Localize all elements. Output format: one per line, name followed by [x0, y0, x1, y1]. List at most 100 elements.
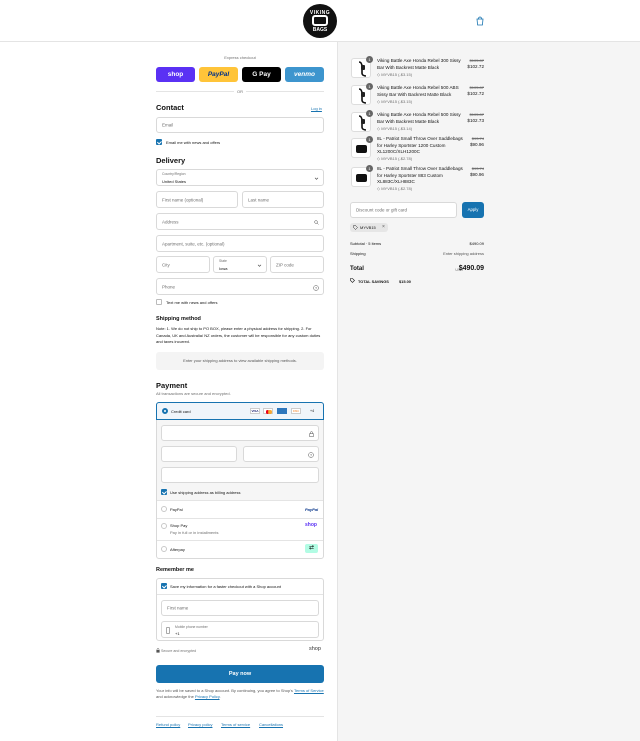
discount-code-field[interactable]: Discount code or gift card — [350, 202, 457, 218]
zip-field[interactable]: ZIP code — [270, 256, 324, 273]
remove-discount-icon[interactable]: × — [382, 224, 385, 230]
mobile-label: Mobile phone number — [175, 624, 208, 629]
country-label: Country/Region — [162, 172, 186, 176]
divider — [157, 500, 323, 501]
city-placeholder: City — [162, 262, 170, 267]
subtotal-label: Subtotal · 5 items — [350, 241, 382, 246]
help-icon[interactable]: ? — [308, 452, 314, 458]
item-original-price: $93.74 — [471, 166, 484, 171]
mobile-phone-field[interactable]: Mobile phone number +1 — [161, 621, 319, 638]
paypal-logo: PayPal — [305, 506, 319, 512]
savings-tag-icon — [350, 278, 355, 283]
saddlebag-image — [356, 174, 367, 182]
discount-tag-code: MYVB15 — [360, 225, 376, 231]
first-name-field[interactable]: First name (optional) — [156, 191, 238, 208]
mastercard-icon — [263, 408, 273, 414]
privacy-policy-link[interactable]: Privacy Policy — [195, 694, 220, 699]
cancellations-link[interactable]: Cancellations — [259, 722, 283, 727]
contact-heading: Contact — [156, 103, 184, 112]
phone-field[interactable]: Phone ? — [156, 278, 324, 295]
shipping-method-heading: Shipping method — [156, 316, 201, 322]
email-field[interactable]: Email — [156, 117, 324, 133]
phone-placeholder: Phone — [162, 284, 176, 289]
item-price: $102.72 — [467, 64, 484, 69]
country-value: United States — [162, 178, 187, 184]
item-name: 8L - Patriot Small Throw Over Saddlebags… — [377, 166, 463, 184]
shipping-value: Enter shipping address — [443, 251, 484, 256]
expiration-date-field[interactable] — [161, 446, 237, 462]
email-news-checkbox[interactable] — [156, 139, 162, 145]
express-checkout-title: Express checkout — [224, 55, 256, 60]
shop-logo: shop — [309, 646, 321, 652]
apply-discount-button[interactable]: Apply — [462, 202, 484, 218]
logo-emblem — [312, 15, 328, 26]
terms-of-service-link[interactable]: Terms of Service — [294, 688, 324, 693]
billing-same-checkbox[interactable] — [161, 489, 167, 495]
product-thumbnail: 1 — [351, 110, 373, 132]
item-original-price: $93.74 — [471, 136, 484, 141]
item-discount-text: MYVB15 (-$3.15) — [381, 98, 413, 104]
item-price: $90.96 — [469, 142, 484, 147]
state-value: Iowa — [219, 265, 228, 271]
paypal-button[interactable]: PayPal — [199, 67, 238, 82]
credit-card-option[interactable]: Credit card VISA DISC +4 — [156, 402, 324, 420]
shop-pay-button[interactable]: shop — [156, 67, 195, 82]
lock-icon — [156, 648, 160, 653]
pay-now-button[interactable]: Pay now — [156, 665, 324, 683]
store-logo[interactable]: VIKING BAGS — [303, 4, 337, 38]
total-value: $490.09 — [458, 265, 484, 272]
state-select[interactable]: State Iowa — [213, 256, 267, 273]
divider — [157, 540, 323, 541]
shopping-bag-icon[interactable] — [475, 16, 485, 26]
paypal-radio[interactable] — [161, 506, 167, 512]
product-thumbnail: 1 — [351, 165, 373, 187]
city-field[interactable]: City — [156, 256, 210, 273]
terms-of-service-footer-link[interactable]: Terms of service — [221, 722, 250, 727]
login-link[interactable]: Log in — [311, 106, 322, 111]
address-field[interactable]: Address — [156, 213, 324, 230]
text-news-checkbox[interactable] — [156, 299, 162, 305]
apartment-field[interactable]: Apartment, suite, etc. (optional) — [156, 235, 324, 252]
apartment-placeholder: Apartment, suite, etc. (optional) — [162, 241, 225, 246]
address-placeholder: Address — [162, 219, 179, 224]
legal-text: Your info will be saved to a Shop accoun… — [156, 688, 324, 699]
security-code-field[interactable]: ? — [243, 446, 319, 462]
mobile-value: +1 — [175, 630, 180, 636]
divider-left — [156, 91, 234, 92]
remember-first-name-field[interactable]: First name — [161, 600, 319, 616]
legal-and: and acknowledge the — [156, 694, 194, 699]
country-select[interactable]: Country/Region United States — [156, 169, 324, 186]
last-name-field[interactable]: Last name — [242, 191, 324, 208]
shoppay-radio[interactable] — [161, 523, 167, 529]
zip-placeholder: ZIP code — [276, 262, 294, 267]
lock-icon — [309, 431, 314, 437]
divider — [157, 518, 323, 519]
venmo-button[interactable]: venmo — [285, 67, 324, 82]
remember-me-heading: Remember me — [156, 567, 194, 573]
google-pay-button[interactable]: G Pay — [242, 67, 281, 82]
refund-policy-link[interactable]: Refund policy — [156, 722, 180, 727]
email-news-label: Email me with news and offers — [166, 140, 221, 145]
privacy-policy-footer-link[interactable]: Privacy policy — [188, 722, 212, 727]
card-number-field[interactable] — [161, 425, 319, 441]
item-price: $102.73 — [467, 118, 484, 123]
chevron-down-icon — [314, 177, 319, 180]
help-icon[interactable]: ? — [313, 284, 319, 291]
item-original-price: $105.87 — [469, 58, 484, 63]
credit-card-radio[interactable] — [162, 408, 168, 414]
visa-icon: VISA — [250, 408, 260, 414]
item-original-price: $105.87 — [469, 85, 484, 90]
email-placeholder: Email — [162, 122, 174, 128]
save-info-checkbox[interactable] — [161, 583, 167, 589]
shoppay-sublabel: Pay in full or in installments — [170, 530, 219, 535]
remember-first-name-placeholder: First name — [167, 605, 189, 611]
item-quantity-badge: 1 — [366, 165, 373, 172]
name-on-card-field[interactable] — [161, 467, 319, 483]
item-quantity-badge: 1 — [366, 56, 373, 63]
product-thumbnail: 1 — [351, 83, 373, 105]
divider — [157, 594, 323, 595]
item-discount: ◇ MYVB15 (-$2.78) — [377, 186, 412, 191]
state-label: State — [219, 259, 227, 263]
afterpay-radio[interactable] — [161, 546, 167, 552]
text-news-label: Text me with news and offers — [166, 300, 218, 305]
